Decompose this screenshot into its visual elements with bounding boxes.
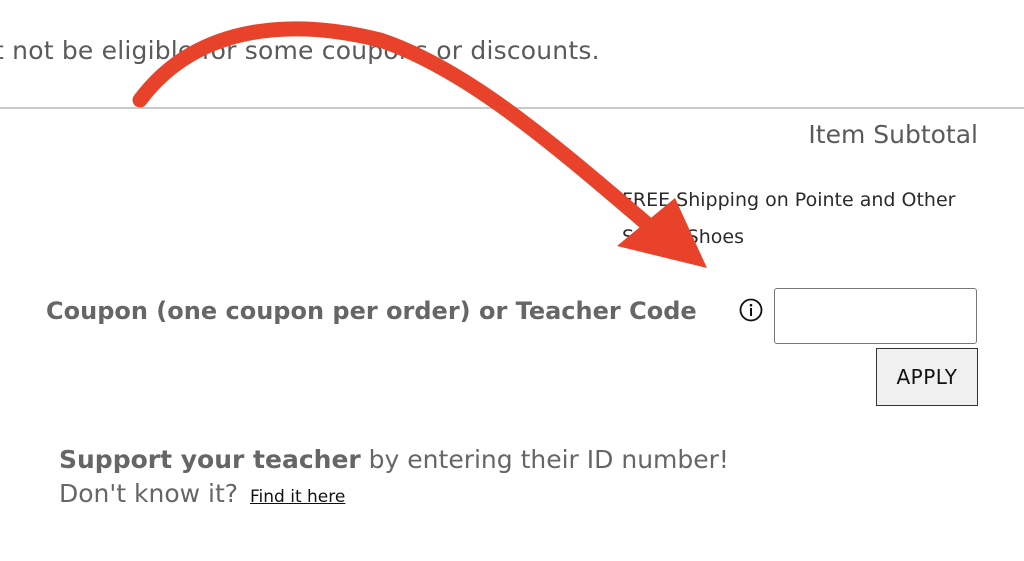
free-shipping-note: FREE Shipping on Pointe and Other Select…	[622, 189, 956, 248]
help-question: Don't know it?	[59, 479, 239, 508]
coupon-label: Coupon (one coupon per order) or Teacher…	[46, 297, 697, 325]
support-teacher-text: Support your teacher by entering their I…	[59, 445, 729, 474]
support-teacher-rest: by entering their ID number!	[360, 445, 729, 474]
teacher-id-help: Don't know it? Find it here	[59, 479, 345, 508]
support-teacher-bold: Support your teacher	[59, 445, 361, 474]
info-circle-icon[interactable]	[739, 298, 763, 322]
annotation-arrow	[132, 21, 707, 268]
checkout-page: t not be eligible for some coupons or di…	[0, 0, 1024, 561]
coupon-code-input[interactable]	[774, 288, 977, 344]
find-it-here-link[interactable]: Find it here	[250, 487, 345, 507]
eligibility-notice: t not be eligible for some coupons or di…	[0, 36, 600, 65]
item-subtotal-label: Item Subtotal	[808, 120, 978, 149]
apply-button[interactable]: APPLY	[876, 348, 978, 406]
section-divider	[0, 107, 1024, 109]
